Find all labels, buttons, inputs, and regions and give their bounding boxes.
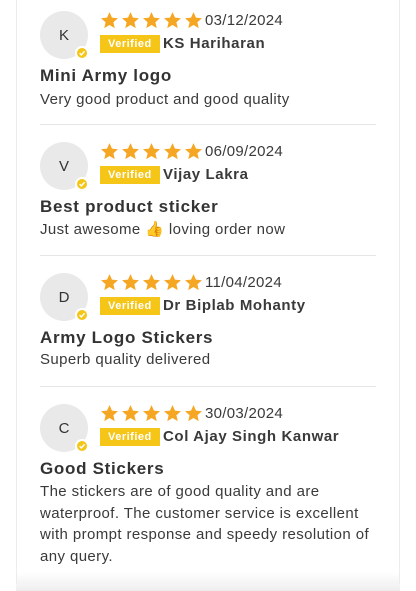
- star-icon: [184, 11, 203, 31]
- review-body: Just awesome 👍 loving order now: [40, 221, 286, 238]
- verified-check-icon: [75, 46, 89, 60]
- review-title: Good Stickers: [40, 459, 165, 478]
- review-title: Mini Army logo: [40, 66, 172, 85]
- verified-badge: Verified: [100, 166, 160, 184]
- star-rating: [100, 404, 203, 424]
- avatar: V: [40, 142, 89, 191]
- card-bottom-shadow: [16, 572, 400, 591]
- review-date: 03/12/2024: [205, 12, 284, 29]
- review-divider: [40, 386, 376, 387]
- star-icon: [121, 273, 140, 293]
- reviewer-name: Dr Biplab Mohanty: [163, 297, 306, 314]
- review-title: Army Logo Stickers: [40, 328, 214, 347]
- star-icon: [142, 11, 161, 31]
- star-icon: [121, 11, 140, 31]
- star-icon: [121, 404, 140, 424]
- review-body: Superb quality delivered: [40, 351, 211, 368]
- reviewer-name: KS Hariharan: [163, 35, 266, 52]
- star-icon: [184, 142, 203, 162]
- star-icon: [163, 404, 182, 424]
- review-title: Best product sticker: [40, 197, 219, 216]
- review-divider: [40, 255, 376, 256]
- star-icon: [100, 404, 119, 424]
- review-date: 11/04/2024: [205, 274, 282, 291]
- reviewer-name: Col Ajay Singh Kanwar: [163, 428, 340, 445]
- star-icon: [100, 11, 119, 31]
- star-icon: [142, 404, 161, 424]
- avatar: C: [40, 404, 89, 453]
- review-item: D 11/04/2024 Verified Dr Biplab Mohanty …: [40, 273, 376, 373]
- star-rating: [100, 11, 203, 31]
- star-icon: [100, 273, 119, 293]
- verified-check-icon: [75, 439, 89, 453]
- star-rating: [100, 273, 203, 293]
- verified-badge: Verified: [100, 297, 160, 315]
- review-item: C 30/03/2024 Verified Col Ajay Singh Kan…: [40, 404, 376, 574]
- star-icon: [184, 273, 203, 293]
- star-icon: [163, 142, 182, 162]
- star-rating: [100, 142, 203, 162]
- avatar-initial: D: [58, 288, 70, 306]
- avatar-initial: V: [58, 157, 69, 175]
- star-icon: [121, 142, 140, 162]
- verified-badge: Verified: [100, 35, 160, 53]
- star-icon: [142, 142, 161, 162]
- verified-badge: Verified: [100, 428, 160, 446]
- review-body: Very good product and good quality: [40, 91, 290, 108]
- verified-check-icon: [75, 308, 89, 322]
- star-icon: [184, 404, 203, 424]
- avatar: D: [40, 273, 89, 322]
- verified-check-icon: [75, 177, 89, 191]
- star-icon: [163, 11, 182, 31]
- review-item: V 06/09/2024 Verified Vijay Lakra Best p…: [40, 142, 376, 242]
- avatar: K: [40, 11, 89, 60]
- review-date: 30/03/2024: [205, 405, 284, 422]
- reviewer-name: Vijay Lakra: [163, 166, 249, 183]
- star-icon: [142, 273, 161, 293]
- review-body: The stickers are of good quality and are…: [40, 483, 370, 565]
- review-divider: [40, 124, 376, 125]
- avatar-initial: K: [58, 26, 69, 44]
- review-item: K 03/12/2024 Verified KS Hariharan Mini …: [40, 11, 376, 111]
- review-date: 06/09/2024: [205, 143, 284, 160]
- star-icon: [163, 273, 182, 293]
- avatar-initial: C: [58, 419, 70, 437]
- star-icon: [100, 142, 119, 162]
